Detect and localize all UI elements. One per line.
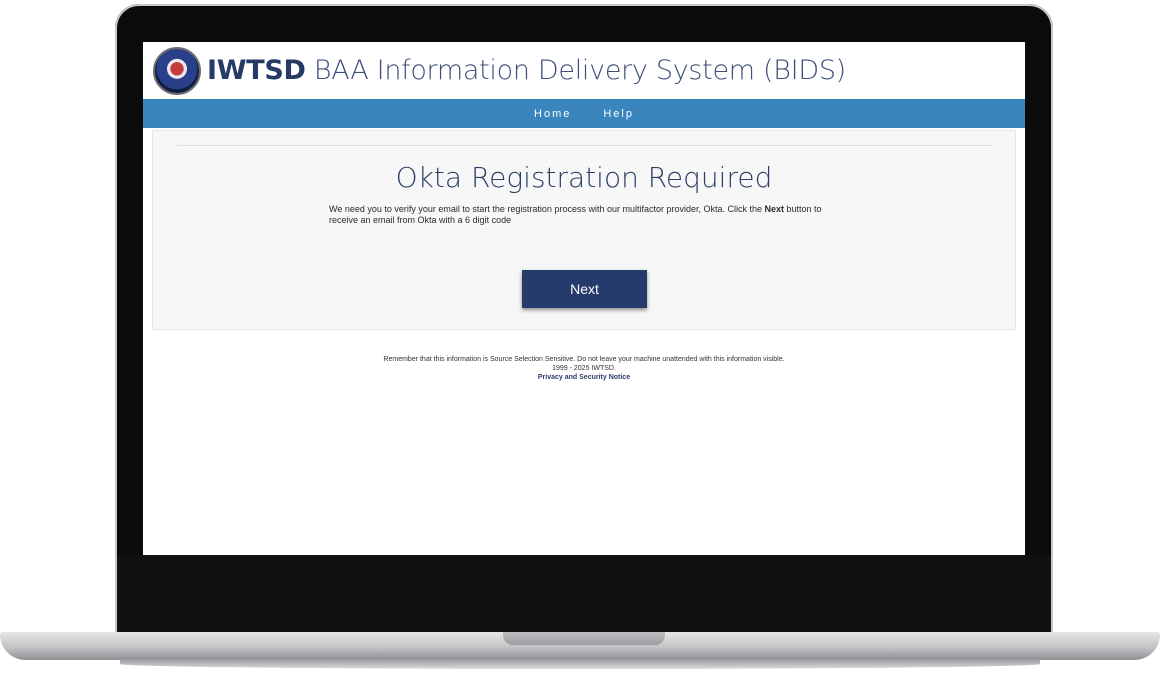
instruction-text-start: We need you to verify your email to star… — [329, 204, 765, 214]
site-title: IWTSD BAA Information Delivery System (B… — [207, 55, 846, 86]
instruction-text: We need you to verify your email to star… — [329, 204, 849, 226]
privacy-link[interactable]: Privacy and Security Notice — [143, 373, 1025, 382]
copyright: 1999 - 2025 IWTSD. — [552, 365, 616, 372]
instruction-text-next: Next — [764, 204, 785, 214]
nav-help[interactable]: Help — [603, 108, 634, 120]
nav-home[interactable]: Home — [534, 108, 571, 120]
site-title-rest: BAA Information Delivery System (BIDS) — [313, 55, 846, 86]
divider — [177, 145, 992, 146]
sensitivity-notice: Remember that this information is Source… — [383, 356, 785, 363]
laptop-base-shadow — [120, 659, 1040, 669]
iwtsd-seal-icon[interactable] — [153, 46, 201, 95]
page-footer: Remember that this information is Source… — [143, 355, 1025, 382]
laptop-bezel-lower — [117, 555, 1051, 633]
laptop-notch — [503, 632, 665, 645]
screen: IWTSD BAA Information Delivery System (B… — [143, 42, 1025, 555]
site-title-bold: IWTSD — [207, 55, 306, 86]
page-title: Okta Registration Required — [395, 161, 773, 194]
main-navbar: Home Help — [143, 99, 1025, 128]
site-header: IWTSD BAA Information Delivery System (B… — [143, 42, 1025, 99]
next-button[interactable]: Next — [522, 270, 647, 308]
registration-panel: Okta Registration Required We need you t… — [152, 130, 1016, 330]
